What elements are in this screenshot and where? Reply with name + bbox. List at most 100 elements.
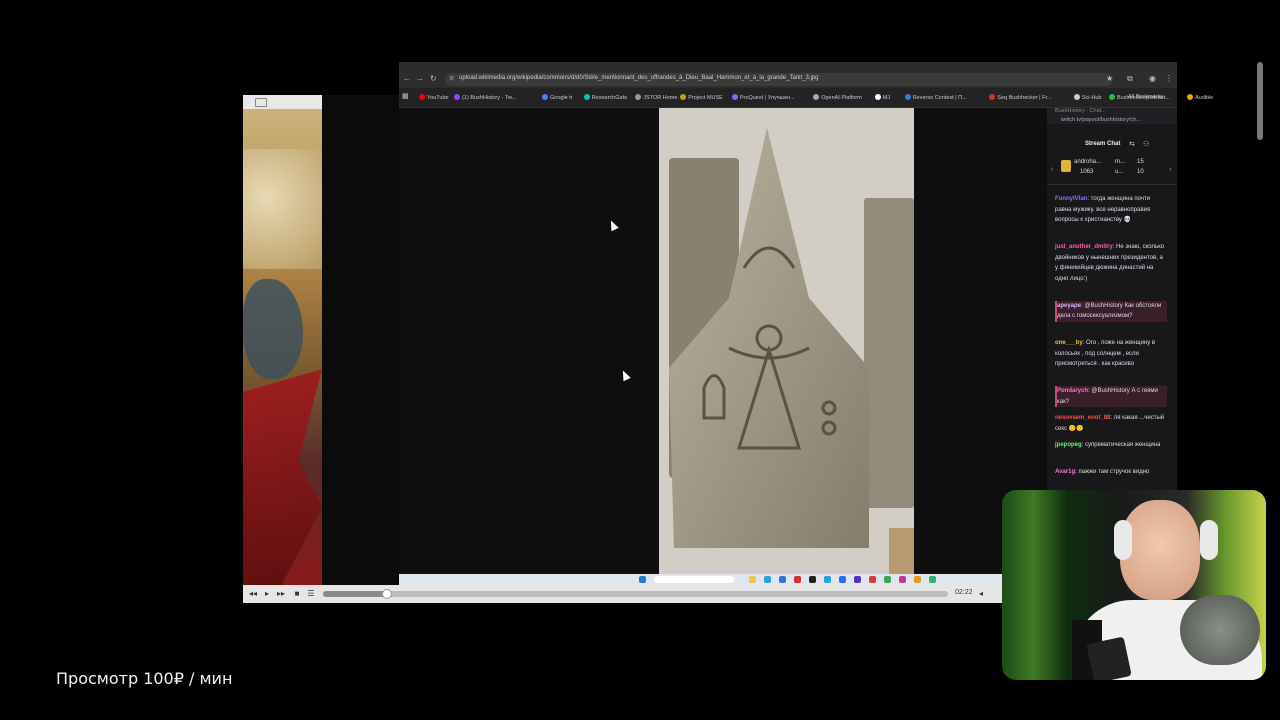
chat-username[interactable]: just_another_dmitry	[1055, 244, 1113, 250]
bookmark-label: Audible	[1195, 95, 1214, 101]
chat-username[interactable]: nesovsem_enot_88	[1055, 415, 1110, 421]
stop-button[interactable]: ■	[291, 588, 303, 600]
window-icon	[255, 98, 267, 107]
chat-message[interactable]: FunnyIVlan: тогда женщина почти равна му…	[1055, 194, 1165, 226]
stele-image[interactable]	[659, 108, 914, 574]
chat-message[interactable]: jpepopeg: супрематическая женщина	[1055, 440, 1165, 451]
start-icon[interactable]	[639, 576, 646, 583]
chat-username[interactable]: apeyape	[1057, 303, 1081, 309]
bookmark-favicon-icon	[1187, 94, 1193, 100]
extensions-icon[interactable]: ⧉	[1127, 74, 1133, 84]
bookmark-item[interactable]: Google tr	[542, 94, 573, 101]
folder-icon[interactable]	[749, 576, 756, 583]
bookmark-item[interactable]: MJ	[874, 94, 891, 101]
app-icon[interactable]	[779, 576, 786, 583]
app-icon[interactable]	[764, 576, 771, 583]
app-icon[interactable]	[884, 576, 891, 583]
chat-username[interactable]: jpepopeg	[1055, 442, 1082, 448]
app-icon[interactable]	[839, 576, 846, 583]
app-icon[interactable]	[869, 576, 876, 583]
fast-forward-button[interactable]: ▸▸	[275, 588, 287, 600]
chat-username[interactable]: Avar1g	[1055, 469, 1075, 475]
video-frame[interactable]	[243, 109, 322, 585]
chat-message[interactable]: Avar1g: пажжи там стручок видно	[1055, 467, 1165, 478]
app-icon[interactable]	[929, 576, 936, 583]
bookmark-label: ProQuest | Улучшен...	[739, 95, 795, 101]
bookmark-item[interactable]: JSTOR Home	[635, 94, 677, 101]
gifter3-name: u...	[1115, 169, 1124, 175]
site-info-icon[interactable]: ⚙	[449, 75, 454, 82]
chat-tab-title[interactable]: BushHistory - Chat...	[1055, 108, 1106, 114]
chat-url-bar[interactable]: BushHistory - Chat... twitch.tv/popout/b…	[1047, 108, 1177, 124]
rewind-button[interactable]: ◂◂	[247, 588, 259, 600]
chat-message[interactable]: Pondarych: @BushHistory А с геями как?	[1055, 386, 1167, 407]
chat-username[interactable]: one___by	[1055, 340, 1083, 346]
chevron-left-icon[interactable]: ‹	[1051, 166, 1053, 173]
menu-icon[interactable]: ⋮	[1165, 74, 1173, 83]
seek-bar-knob[interactable]	[381, 589, 392, 599]
bookmark-item[interactable]: Sci-Hub	[1073, 94, 1101, 101]
app-icon[interactable]	[809, 576, 816, 583]
bookmark-item[interactable]: Seq Bushhecker | Fr...	[989, 94, 1052, 101]
chat-title: Stream Chat	[1085, 141, 1121, 147]
bookmark-favicon-icon	[419, 94, 425, 100]
seek-bar[interactable]	[323, 589, 948, 599]
playlist-button[interactable]: ☰	[305, 588, 317, 600]
bookmark-item[interactable]: YouTube	[419, 94, 449, 101]
play-button[interactable]: ▸	[261, 588, 273, 600]
address-bar[interactable]: ⚙ upload.wikimedia.org/wikipedia/commons…	[445, 73, 1113, 86]
gifter-count: 1063	[1080, 169, 1094, 175]
bookmark-favicon-icon	[635, 94, 642, 100]
bookmark-item[interactable]: ProQuest | Улучшен...	[731, 94, 795, 101]
microphone-icon	[1180, 595, 1260, 665]
bookmark-item[interactable]: Project MUSE	[680, 94, 723, 101]
bookmark-label: (1) BushHistory - Tw...	[462, 95, 517, 101]
time-display: 02:22	[955, 589, 973, 596]
profile-icon[interactable]: ◉	[1149, 74, 1156, 83]
bookmark-item[interactable]: Audible	[1187, 94, 1213, 101]
bookmark-item[interactable]: ResearchGate	[583, 94, 628, 101]
player-titlebar[interactable]	[243, 95, 322, 109]
chat-message[interactable]: just_another_dmitry: Не знаю, сколько дв…	[1055, 242, 1165, 284]
chat-message[interactable]: one___by: Ого , поже на женщину в колось…	[1055, 338, 1165, 370]
all-bookmarks-link[interactable]: All Bookmarks	[1128, 94, 1163, 100]
stele-illustration	[659, 108, 914, 574]
bookmark-item[interactable]: (1) BushHistory - Tw...	[454, 94, 516, 101]
chat-username[interactable]: FunnyIVlan	[1055, 196, 1087, 202]
chat-message[interactable]: apeyape: @BushHistory Как обстояли дела …	[1055, 300, 1167, 322]
browser-icon[interactable]	[794, 576, 801, 583]
bookmark-item[interactable]: OpenAI Platform	[813, 94, 862, 101]
image-viewer	[399, 108, 1047, 574]
gifter3-count: 10	[1137, 169, 1144, 175]
reload-icon[interactable]: ↻	[430, 74, 437, 83]
back-icon[interactable]: ←	[403, 74, 411, 83]
app-icon[interactable]	[824, 576, 831, 583]
app-icon[interactable]	[854, 576, 861, 583]
app-icon[interactable]	[914, 576, 921, 583]
bookmark-favicon-icon	[1109, 94, 1115, 100]
bookmark-favicon-icon	[989, 94, 996, 100]
bookmark-favicon-icon	[542, 94, 548, 100]
bookmark-item[interactable]: Reverso Context | П...	[904, 94, 967, 101]
bookmark-favicon-icon	[731, 94, 738, 100]
volume-icon[interactable]: ◂	[979, 589, 983, 598]
chat-users-icon[interactable]: ⚇	[1143, 140, 1149, 148]
scrollbar[interactable]	[1257, 62, 1263, 140]
chat-url-text: twitch.tv/popout/bushhistory/ch...	[1061, 117, 1141, 123]
tab-strip[interactable]	[399, 62, 1177, 70]
chat-username[interactable]: Pondarych	[1057, 388, 1088, 394]
apps-grid-icon[interactable]: ▦	[402, 92, 409, 100]
app-icon[interactable]	[899, 576, 906, 583]
forward-icon[interactable]: →	[416, 74, 424, 83]
bookmark-star-icon[interactable]: ★	[1106, 74, 1113, 83]
chevron-right-icon[interactable]: ›	[1169, 166, 1171, 173]
bookmark-label: ResearchGate	[591, 95, 628, 101]
taskbar-search-box[interactable]	[654, 576, 734, 583]
bookmark-label: Google tr	[550, 95, 573, 101]
bookmark-favicon-icon	[874, 94, 881, 100]
chat-settings-icon[interactable]: ⇆	[1129, 140, 1135, 148]
bookmark-label: MJ	[882, 95, 891, 101]
player-controls: ◂◂ ▸ ▸▸ ■ ☰ 02:22 ◂	[243, 585, 1003, 603]
video-scene-light	[243, 149, 322, 269]
chat-message[interactable]: nesovsem_enot_88: ля какая ...чистый сек…	[1055, 413, 1165, 434]
